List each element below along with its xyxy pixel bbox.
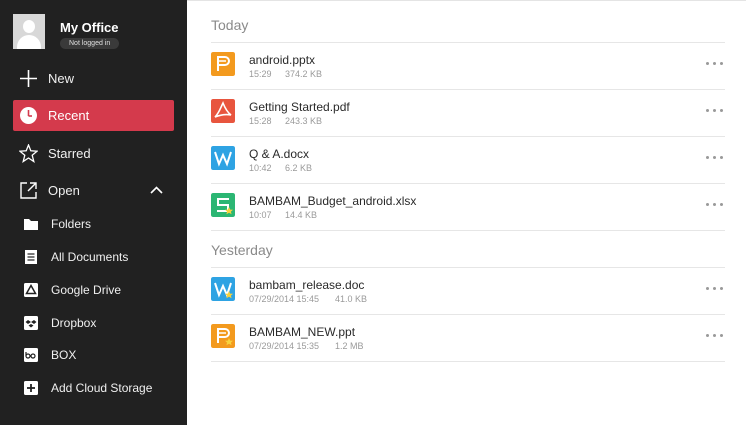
open-folders[interactable]: Folders	[13, 210, 174, 238]
section-title-yesterday: Yesterday	[211, 242, 273, 258]
file-name: Getting Started.pdf	[249, 100, 350, 114]
nav-open[interactable]: Open	[13, 175, 174, 206]
open-all-documents-label: All Documents	[51, 250, 129, 264]
dropbox-icon	[24, 316, 38, 330]
file-meta: 07/29/2014 15:35 1.2 MB	[249, 341, 364, 351]
recent-files-panel: Today android.pptx 15:29 374.2 KB Gettin…	[187, 0, 746, 425]
sidebar: My Office Not logged in New Recent Starr…	[0, 0, 187, 425]
open-dropbox-label: Dropbox	[51, 316, 97, 330]
file-meta: 10:07 14.4 KB	[249, 210, 317, 220]
file-time: 15:29	[249, 69, 272, 79]
presentation-file-icon	[211, 324, 235, 348]
google-drive-icon	[24, 283, 38, 297]
section-title-today: Today	[211, 17, 249, 33]
box-icon	[24, 348, 38, 362]
chevron-up-icon[interactable]	[147, 181, 166, 200]
file-row[interactable]: Q & A.docx 10:42 6.2 KB	[211, 136, 725, 183]
avatar	[13, 14, 45, 49]
login-status-badge: Not logged in	[60, 38, 120, 49]
file-time: 15:28	[249, 116, 272, 126]
file-row[interactable]: bambam_release.doc 07/29/2014 15:45 41.0…	[211, 267, 725, 314]
divider	[211, 230, 725, 231]
open-add-cloud-storage[interactable]: Add Cloud Storage	[13, 374, 174, 402]
nav-new[interactable]: New	[13, 63, 174, 94]
open-dropbox[interactable]: Dropbox	[13, 309, 174, 337]
open-box[interactable]: BOX	[13, 341, 174, 369]
document-file-icon	[211, 146, 235, 170]
file-size: 374.2 KB	[285, 69, 323, 79]
more-options-icon[interactable]	[705, 103, 725, 117]
file-time: 10:07	[249, 210, 272, 220]
document-file-icon	[211, 277, 235, 301]
more-options-icon[interactable]	[705, 197, 725, 211]
profile-name: My Office	[60, 20, 119, 35]
open-box-label: BOX	[51, 348, 77, 362]
divider	[211, 361, 725, 362]
file-row[interactable]: BAMBAM_Budget_android.xlsx 10:07 14.4 KB	[211, 183, 725, 230]
add-icon	[24, 381, 38, 395]
open-external-icon	[20, 182, 37, 199]
nav-starred[interactable]: Starred	[13, 138, 174, 169]
file-size: 1.2 MB	[335, 341, 364, 351]
file-name: Q & A.docx	[249, 147, 310, 161]
file-size: 41.0 KB	[335, 294, 368, 304]
open-add-cloud-storage-label: Add Cloud Storage	[51, 381, 153, 395]
file-meta: 10:42 6.2 KB	[249, 163, 312, 173]
more-options-icon[interactable]	[705, 328, 725, 342]
nav-open-label: Open	[48, 183, 80, 198]
file-row[interactable]: Getting Started.pdf 15:28 243.3 KB	[211, 89, 725, 136]
file-time: 10:42	[249, 163, 272, 173]
open-folders-label: Folders	[51, 217, 92, 231]
file-meta: 07/29/2014 15:45 41.0 KB	[249, 294, 367, 304]
open-google-drive[interactable]: Google Drive	[13, 276, 174, 304]
presentation-file-icon	[211, 52, 235, 76]
nav-new-label: New	[48, 71, 75, 86]
star-icon	[19, 144, 38, 163]
clock-icon	[20, 107, 37, 124]
open-all-documents[interactable]: All Documents	[13, 243, 174, 271]
file-row[interactable]: BAMBAM_NEW.ppt 07/29/2014 15:35 1.2 MB	[211, 314, 725, 361]
pdf-file-icon	[211, 99, 235, 123]
open-google-drive-label: Google Drive	[51, 283, 122, 297]
profile-header[interactable]: My Office Not logged in	[0, 0, 187, 64]
file-size: 14.4 KB	[285, 210, 318, 220]
nav-starred-label: Starred	[48, 146, 91, 161]
file-size: 243.3 KB	[285, 116, 323, 126]
file-time: 07/29/2014 15:35	[249, 341, 320, 351]
file-name: BAMBAM_NEW.ppt	[249, 325, 356, 339]
more-options-icon[interactable]	[705, 56, 725, 70]
spreadsheet-file-icon	[211, 193, 235, 217]
nav-recent[interactable]: Recent	[13, 100, 174, 131]
documents-icon	[25, 250, 37, 264]
plus-icon	[20, 70, 37, 87]
file-meta: 15:29 374.2 KB	[249, 69, 322, 79]
file-meta: 15:28 243.3 KB	[249, 116, 322, 126]
file-size: 6.2 KB	[285, 163, 313, 173]
file-name: BAMBAM_Budget_android.xlsx	[249, 194, 417, 208]
file-name: bambam_release.doc	[249, 278, 365, 292]
file-time: 07/29/2014 15:45	[249, 294, 320, 304]
avatar-body-icon	[17, 35, 41, 49]
more-options-icon[interactable]	[705, 281, 725, 295]
file-name: android.pptx	[249, 53, 316, 67]
avatar-head-icon	[23, 20, 35, 33]
folder-icon	[24, 219, 38, 230]
more-options-icon[interactable]	[705, 150, 725, 164]
nav-recent-label: Recent	[48, 108, 90, 123]
file-row[interactable]: android.pptx 15:29 374.2 KB	[211, 42, 725, 89]
